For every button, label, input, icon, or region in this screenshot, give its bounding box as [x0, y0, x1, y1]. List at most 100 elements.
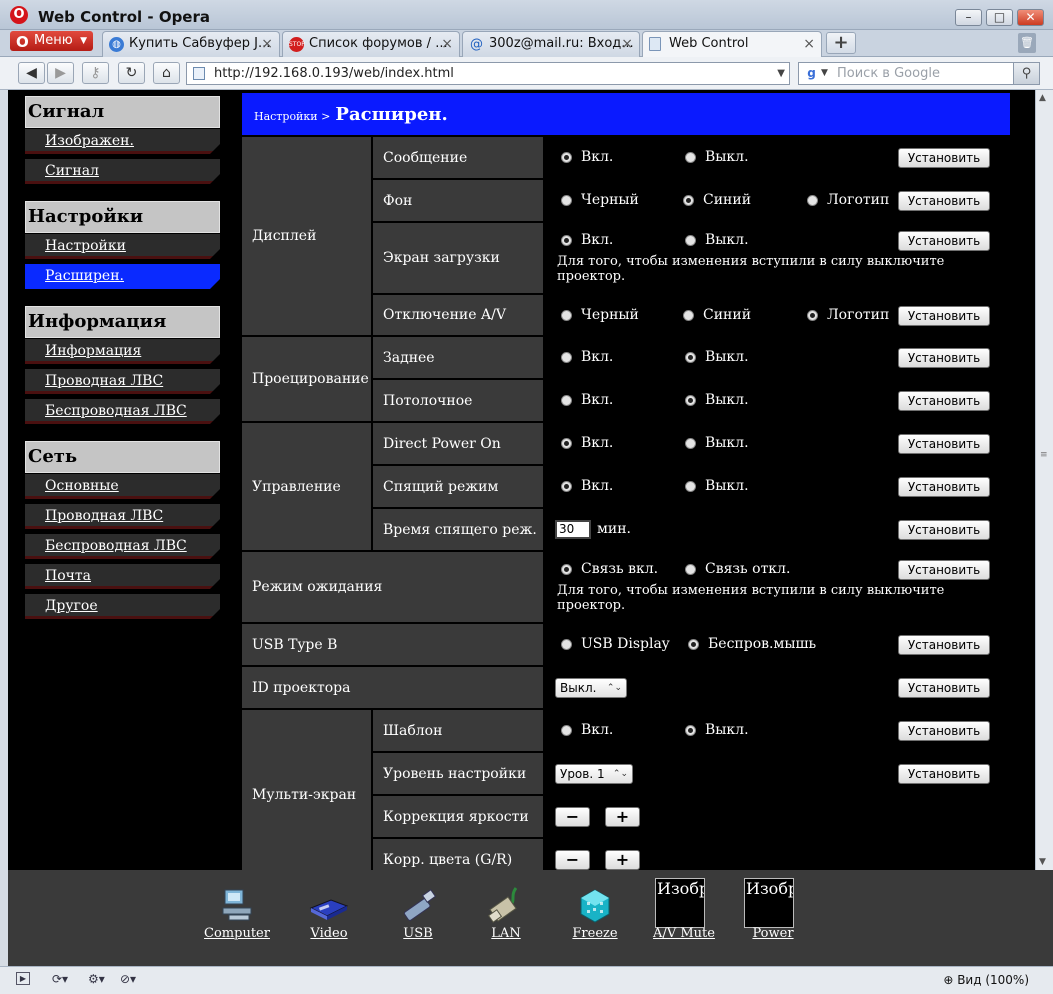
scroll-down-icon[interactable]: ▼	[1039, 857, 1046, 867]
tab-close-icon[interactable]: ×	[441, 32, 453, 56]
nav-computer[interactable]: Computer	[202, 884, 272, 954]
radio-background-black[interactable]	[561, 195, 572, 206]
set-template-button[interactable]: Установить	[898, 721, 990, 741]
tab-mail[interactable]: @ 300z@mail.ru: Вход... ×	[462, 31, 640, 57]
chevron-down-icon[interactable]: ▼	[777, 63, 785, 84]
set-ceiling-button[interactable]: Установить	[898, 391, 990, 411]
scroll-grip-icon[interactable]: ≡	[1040, 450, 1048, 460]
url-field[interactable]: http://192.168.0.193/web/index.html ▼	[186, 62, 790, 85]
sidebar-item-advanced[interactable]: Расширен.	[25, 264, 220, 289]
minimize-button[interactable]: –	[955, 9, 982, 26]
scroll-up-icon[interactable]: ▲	[1039, 93, 1046, 103]
set-directpower-button[interactable]: Установить	[898, 434, 990, 454]
sidebar-item-wireless-lan[interactable]: Беспроводная ЛВС	[25, 534, 220, 559]
set-projectorid-button[interactable]: Установить	[898, 678, 990, 698]
radio-directpower-on[interactable]	[561, 438, 572, 449]
block-icon[interactable]: ⊘▾	[120, 972, 136, 988]
set-sleep-button[interactable]: Установить	[898, 477, 990, 497]
tab-forums[interactable]: STOP Список форумов / ... ×	[282, 31, 460, 57]
radio-template-off[interactable]	[685, 725, 696, 736]
tab-web-control[interactable]: Web Control ×	[642, 31, 822, 58]
nav-lan[interactable]: LAN	[471, 884, 541, 954]
nav-av-mute[interactable]: Изобр A/V Mute	[649, 878, 719, 954]
sidebar-item-wireless-lan-info[interactable]: Беспроводная ЛВС	[25, 399, 220, 424]
close-window-button[interactable]: ✕	[1017, 9, 1044, 26]
sidebar-item-image[interactable]: Изображен.	[25, 129, 220, 154]
option-label: Вкл.	[581, 392, 614, 408]
back-button[interactable]: ◀	[18, 62, 45, 84]
sidebar-item-basic[interactable]: Основные	[25, 474, 220, 499]
sidebar-item-wired-lan[interactable]: Проводная ЛВС	[25, 504, 220, 529]
nav-power[interactable]: Изобр Power	[738, 878, 808, 954]
set-message-button[interactable]: Установить	[898, 148, 990, 168]
tab-kupit[interactable]: ◍ Купить Сабвуфер J... ×	[102, 31, 280, 57]
trash-icon[interactable]: 🗑	[1018, 33, 1036, 53]
radio-message-off[interactable]	[685, 152, 696, 163]
tab-close-icon[interactable]: ×	[803, 32, 815, 56]
sidebar-item-signal[interactable]: Сигнал	[25, 159, 220, 184]
set-usb-button[interactable]: Установить	[898, 635, 990, 655]
nav-freeze[interactable]: Freeze	[560, 884, 630, 954]
radio-background-blue[interactable]	[683, 195, 694, 206]
panel-toggle-icon[interactable]: ▶	[16, 972, 30, 985]
brightness-plus-button[interactable]: +	[605, 807, 640, 827]
forward-button[interactable]: ▶	[47, 62, 74, 84]
nav-usb[interactable]: USB	[383, 884, 453, 954]
set-sleeptime-button[interactable]: Установить	[898, 520, 990, 540]
set-adjustlevel-button[interactable]: Установить	[898, 764, 990, 784]
radio-sleep-on[interactable]	[561, 481, 572, 492]
key-icon[interactable]: ⚷	[82, 62, 109, 84]
nav-video[interactable]: Video	[294, 884, 364, 954]
tab-close-icon[interactable]: ×	[261, 32, 273, 56]
search-input[interactable]: g ▼ Поиск в Google ⚲	[798, 62, 1040, 85]
adjust-level-select[interactable]: Уров. 1 ⌃⌄	[555, 764, 633, 784]
set-background-button[interactable]: Установить	[898, 191, 990, 211]
radio-template-on[interactable]	[561, 725, 572, 736]
radio-message-on[interactable]	[561, 152, 572, 163]
projector-id-select[interactable]: Выкл. ⌃⌄	[555, 678, 627, 698]
radio-ceiling-on[interactable]	[561, 395, 572, 406]
chevron-down-icon[interactable]: ▼	[821, 63, 828, 84]
sleep-time-input[interactable]: 30	[555, 520, 591, 539]
brightness-minus-button[interactable]: −	[555, 807, 590, 827]
radio-rear-on[interactable]	[561, 352, 572, 363]
radio-avmute-blue[interactable]	[683, 310, 694, 321]
radio-startup-on[interactable]	[561, 235, 572, 246]
radio-startup-off[interactable]	[685, 235, 696, 246]
sidebar-item-settings[interactable]: Настройки	[25, 234, 220, 259]
vertical-scrollbar[interactable]: ▲ ≡ ▼	[1035, 90, 1053, 870]
radio-background-logo[interactable]	[807, 195, 818, 206]
sidebar-item-information[interactable]: Информация	[25, 339, 220, 364]
maximize-button[interactable]: □	[986, 9, 1013, 26]
radio-rear-off[interactable]	[685, 352, 696, 363]
sidebar-item-mail[interactable]: Почта	[25, 564, 220, 589]
set-standby-button[interactable]: Установить	[898, 560, 990, 580]
radio-directpower-off[interactable]	[685, 438, 696, 449]
sidebar-item-wired-lan-info[interactable]: Проводная ЛВС	[25, 369, 220, 394]
radio-ceiling-off[interactable]	[685, 395, 696, 406]
reload-button[interactable]: ↻	[118, 62, 145, 84]
radio-standby-comm-on[interactable]	[561, 564, 572, 575]
radio-usb-wireless-mouse[interactable]	[688, 639, 699, 650]
radio-avmute-logo[interactable]	[807, 310, 818, 321]
network-icon[interactable]: ⚙▾	[88, 972, 105, 988]
set-startup-button[interactable]: Установить	[898, 231, 990, 251]
color-gr-plus-button[interactable]: +	[605, 850, 640, 870]
home-button[interactable]: ⌂	[153, 62, 180, 84]
turbo-icon[interactable]: ⟳▾	[52, 972, 68, 988]
radio-usb-display[interactable]	[561, 639, 572, 650]
opera-menu-button[interactable]: O Меню ▼	[10, 31, 93, 51]
set-avmute-button[interactable]: Установить	[898, 306, 990, 326]
row-av-mute-value: Черный Синий Логотип Установить	[545, 295, 1010, 335]
tab-close-icon[interactable]: ×	[621, 32, 633, 56]
search-icon[interactable]: ⚲	[1013, 63, 1039, 84]
radio-avmute-black[interactable]	[561, 310, 572, 321]
zoom-indicator[interactable]: ⊕ Вид (100%)	[943, 973, 1029, 987]
color-gr-minus-button[interactable]: −	[555, 850, 590, 870]
radio-standby-comm-off[interactable]	[685, 564, 696, 575]
set-rear-button[interactable]: Установить	[898, 348, 990, 368]
new-tab-button[interactable]: +	[826, 32, 856, 54]
sidebar-item-other[interactable]: Другое	[25, 594, 220, 619]
radio-sleep-off[interactable]	[685, 481, 696, 492]
divider	[25, 586, 220, 589]
